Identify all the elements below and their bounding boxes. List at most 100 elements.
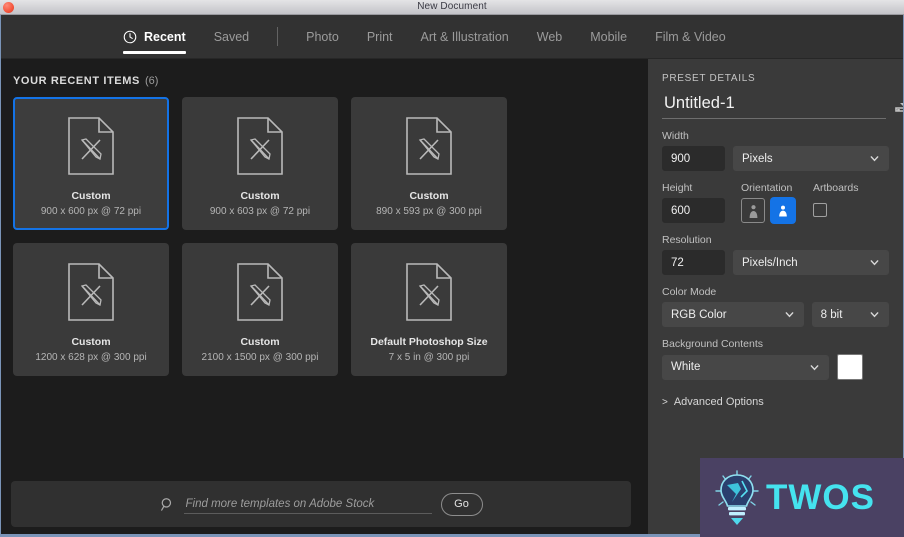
recent-items-panel: YOUR RECENT ITEMS (6) Custom 900 x 600 px… xyxy=(1,59,648,534)
recent-item-title: Custom xyxy=(409,190,449,202)
recent-items-grid: Custom 900 x 600 px @ 72 ppi Custom 900 xyxy=(1,97,648,376)
artboards-label: Artboards xyxy=(813,182,859,194)
preset-details-heading: PRESET DETAILS xyxy=(662,73,756,84)
artboards-group: Artboards xyxy=(813,182,859,217)
save-preset-icon[interactable] xyxy=(894,95,903,115)
document-name-row xyxy=(662,93,903,119)
search-icon xyxy=(160,497,171,511)
document-template-icon xyxy=(406,263,452,321)
close-icon[interactable] xyxy=(3,2,14,13)
resolution-row: Pixels/Inch xyxy=(662,250,889,275)
background-contents-select[interactable]: White xyxy=(662,354,829,380)
recent-item-card[interactable]: Custom 2100 x 1500 px @ 300 ppi xyxy=(182,243,338,376)
tab-recent[interactable]: Recent xyxy=(109,15,200,59)
document-template-icon xyxy=(406,117,452,175)
resolution-label: Resolution xyxy=(662,234,712,246)
dialog-body: Recent Saved Photo Print Art & Illustrat… xyxy=(1,15,903,534)
width-row: Pixels xyxy=(662,146,889,171)
recent-item-card[interactable]: Custom 900 x 603 px @ 72 ppi xyxy=(182,97,338,230)
recent-item-title: Default Photoshop Size xyxy=(370,336,488,348)
recent-item-title: Custom xyxy=(71,336,111,348)
advanced-options-label: Advanced Options xyxy=(673,396,764,408)
color-mode-row: RGB Color 8 bit xyxy=(662,302,889,327)
portrait-orientation-icon xyxy=(749,204,757,218)
tab-divider xyxy=(277,27,279,46)
color-mode-select[interactable]: RGB Color xyxy=(662,302,804,327)
height-input[interactable] xyxy=(662,198,725,223)
recent-item-title: Custom xyxy=(240,336,280,348)
landscape-orientation-icon xyxy=(779,205,787,217)
chevron-down-icon xyxy=(810,364,819,370)
recent-item-spec: 900 x 603 px @ 72 ppi xyxy=(209,206,311,217)
background-contents-label: Background Contents xyxy=(662,338,763,350)
height-group: Height xyxy=(662,182,725,223)
background-color-swatch[interactable] xyxy=(837,354,863,380)
category-tabbar: Recent Saved Photo Print Art & Illustrat… xyxy=(1,15,903,59)
bit-depth-value: 8 bit xyxy=(820,308,843,321)
adobe-stock-search-bar: Go xyxy=(11,481,631,527)
resolution-unit-value: Pixels/Inch xyxy=(742,256,798,269)
landscape-orientation-button[interactable] xyxy=(771,198,795,223)
orientation-buttons xyxy=(741,198,795,223)
window-title: New Document xyxy=(417,1,487,12)
height-orientation-row: Height Orientation xyxy=(662,182,889,223)
search-go-button[interactable]: Go xyxy=(440,492,483,516)
recent-item-spec: 1200 x 628 px @ 300 ppi xyxy=(35,352,147,363)
width-label: Width xyxy=(662,130,689,142)
tab-print[interactable]: Print xyxy=(353,15,407,59)
new-document-dialog: New Document Recent Saved Photo Print Ar… xyxy=(0,0,904,537)
orientation-label: Orientation xyxy=(741,182,793,194)
tab-web[interactable]: Web xyxy=(523,15,576,59)
recent-item-card[interactable]: Default Photoshop Size 7 x 5 in @ 300 pp… xyxy=(351,243,507,376)
color-mode-value: RGB Color xyxy=(671,308,727,321)
document-template-icon xyxy=(237,117,283,175)
bit-depth-select[interactable]: 8 bit xyxy=(811,302,889,327)
height-label: Height xyxy=(662,182,693,194)
chevron-down-icon xyxy=(870,312,879,318)
search-input[interactable] xyxy=(183,494,432,514)
width-input[interactable] xyxy=(662,146,725,171)
chevron-down-icon xyxy=(870,260,879,266)
document-template-icon xyxy=(237,263,283,321)
resolution-unit-select[interactable]: Pixels/Inch xyxy=(733,250,889,275)
tab-saved[interactable]: Saved xyxy=(200,15,263,59)
resolution-input[interactable] xyxy=(662,250,725,275)
recent-item-spec: 2100 x 1500 px @ 300 ppi xyxy=(201,352,319,363)
clock-icon xyxy=(123,30,137,43)
tab-art-illustration[interactable]: Art & Illustration xyxy=(407,15,523,59)
orientation-group: Orientation xyxy=(741,182,795,223)
tab-label: Photo xyxy=(306,29,339,44)
recent-items-heading-label: YOUR RECENT ITEMS xyxy=(13,75,140,87)
portrait-orientation-button[interactable] xyxy=(741,198,765,223)
recent-item-title: Custom xyxy=(240,190,280,202)
artboards-checkbox[interactable] xyxy=(813,203,827,217)
tab-mobile[interactable]: Mobile xyxy=(576,15,641,59)
lightbulb-icon xyxy=(715,469,759,525)
recent-item-card[interactable]: Custom 900 x 600 px @ 72 ppi xyxy=(13,97,169,230)
color-mode-label: Color Mode xyxy=(662,286,717,298)
chevron-right-icon: > xyxy=(662,396,668,408)
tab-label: Art & Illustration xyxy=(420,29,509,44)
width-unit-value: Pixels xyxy=(742,152,773,165)
background-contents-value: White xyxy=(671,361,701,373)
tab-film-video[interactable]: Film & Video xyxy=(641,15,740,59)
recent-items-count: (6) xyxy=(144,75,159,87)
document-name-input[interactable] xyxy=(662,93,886,119)
tab-photo[interactable]: Photo xyxy=(292,15,353,59)
width-unit-select[interactable]: Pixels xyxy=(733,146,889,171)
recent-item-spec: 7 x 5 in @ 300 ppi xyxy=(388,352,470,363)
advanced-options-toggle[interactable]: > Advanced Options xyxy=(662,396,889,408)
recent-item-title: Custom xyxy=(71,190,111,202)
tab-label: Print xyxy=(366,29,393,44)
tab-label: Saved xyxy=(213,29,250,44)
window-titlebar: New Document xyxy=(0,0,904,15)
tab-label: Mobile xyxy=(590,29,628,44)
chevron-down-icon xyxy=(870,156,879,162)
document-template-icon xyxy=(68,117,114,175)
recent-item-spec: 900 x 600 px @ 72 ppi xyxy=(40,206,142,217)
tab-label: Recent xyxy=(144,29,186,44)
recent-item-card[interactable]: Custom 1200 x 628 px @ 300 ppi xyxy=(13,243,169,376)
tab-label: Web xyxy=(536,29,563,44)
recent-item-spec: 890 x 593 px @ 300 ppi xyxy=(376,206,482,217)
recent-item-card[interactable]: Custom 890 x 593 px @ 300 ppi xyxy=(351,97,507,230)
